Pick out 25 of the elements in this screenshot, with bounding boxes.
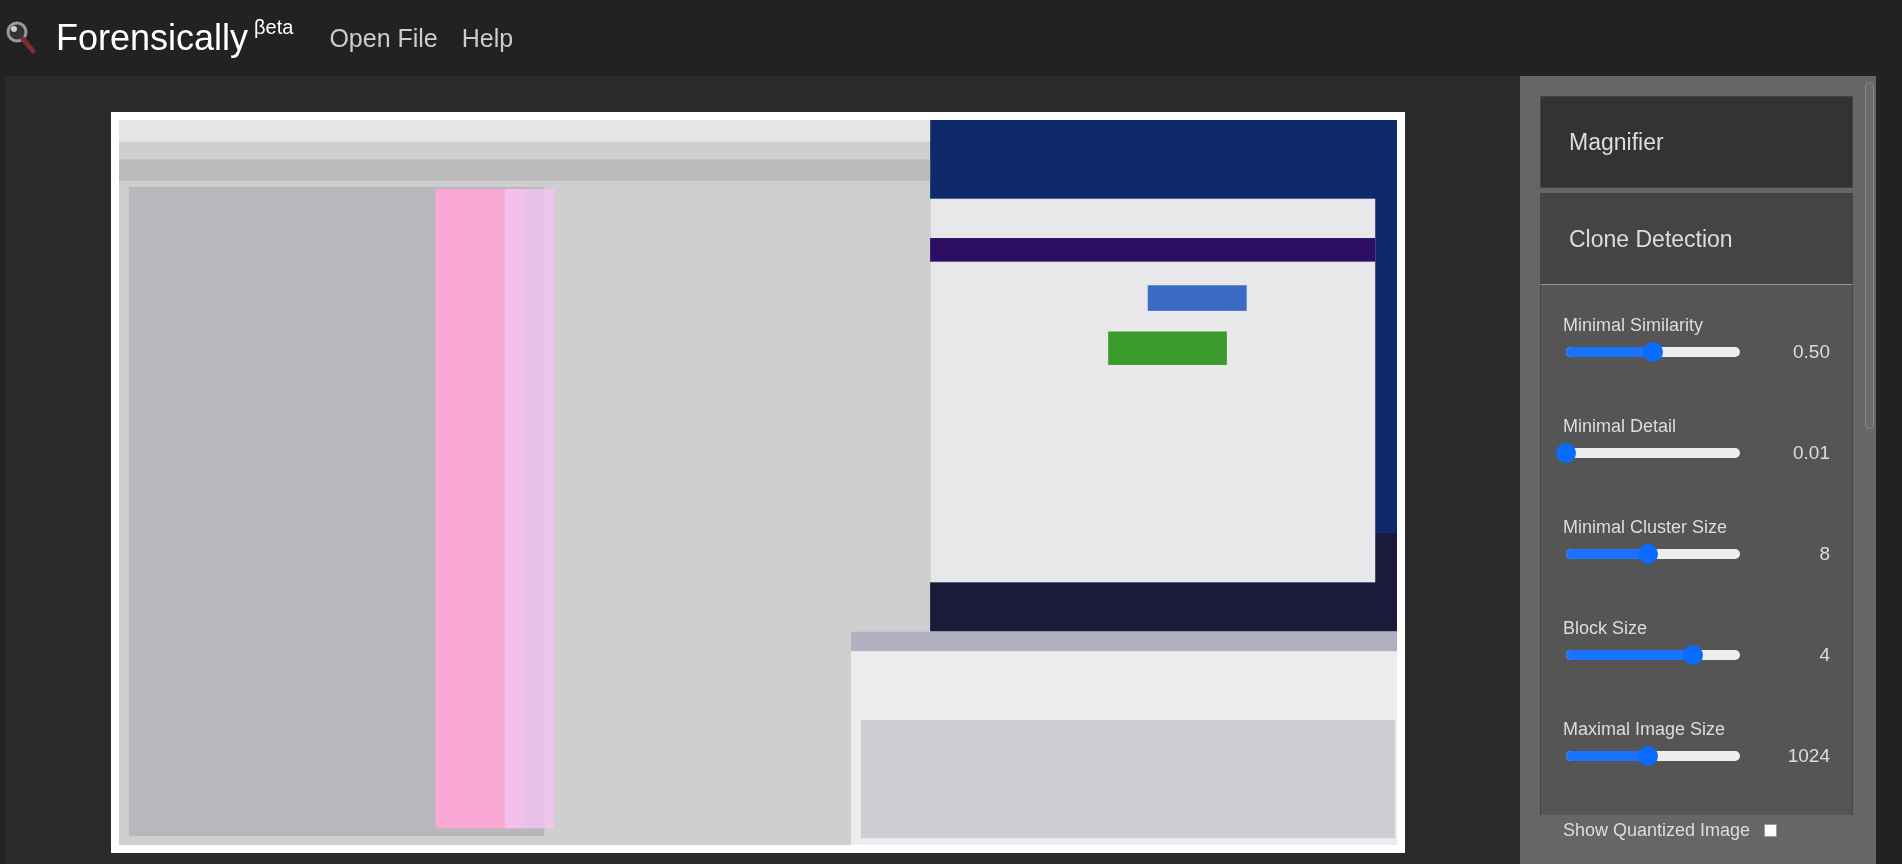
slider-thumb[interactable]: [1643, 342, 1663, 362]
slider-value: 8: [1818, 543, 1830, 565]
slider-thumb[interactable]: [1683, 645, 1703, 665]
panel-header[interactable]: Clone Detection: [1540, 193, 1853, 285]
panel-header[interactable]: Magnifier: [1540, 96, 1853, 188]
slider-thumb[interactable]: [1637, 544, 1658, 564]
beta-label: βeta: [254, 16, 294, 39]
slider-label: Minimal Cluster Size: [1563, 517, 1729, 538]
slider-label: Minimal Similarity: [1563, 315, 1704, 336]
scrollbar[interactable]: [1865, 82, 1874, 429]
slider-value: 1024: [1786, 745, 1830, 767]
slider-label: Maximal Image Size: [1563, 719, 1727, 740]
slider-value: 4: [1818, 644, 1830, 666]
slider-thumb[interactable]: [1556, 443, 1576, 463]
nav-link[interactable]: Help: [461, 23, 514, 53]
slider-label: Minimal Detail: [1563, 416, 1678, 437]
checkbox[interactable]: [1764, 824, 1778, 837]
magnifier-icon: [6, 21, 36, 55]
slider-value: 0.50: [1792, 341, 1830, 363]
app-title: Forensically: [56, 17, 249, 59]
nav-link[interactable]: Open File: [329, 23, 438, 53]
slider-thumb[interactable]: [1637, 746, 1658, 766]
slider-label: Block Size: [1563, 618, 1649, 639]
slider-value: 0.01: [1792, 442, 1830, 464]
checkbox-label: Show Quantized Image: [1563, 820, 1751, 841]
